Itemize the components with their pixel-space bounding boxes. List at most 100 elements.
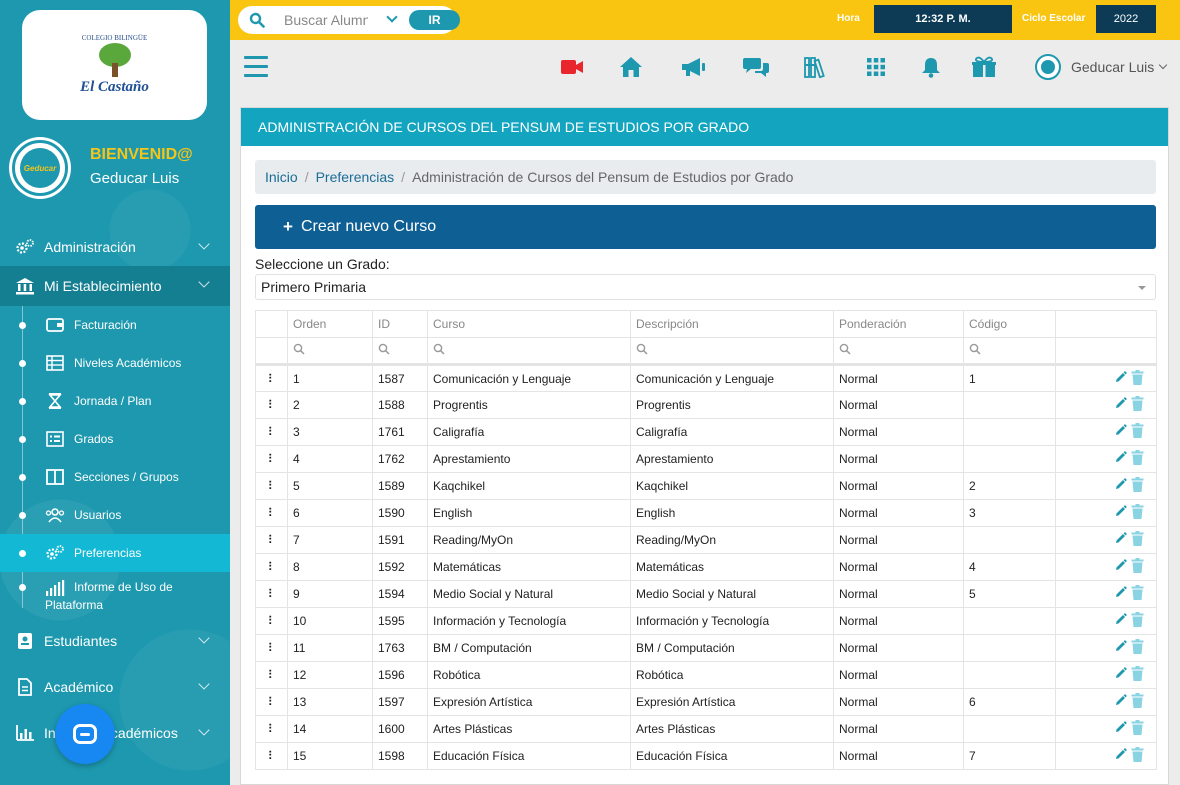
sidebar-subitem-informe-uso[interactable]: Informe de Uso de Plataforma	[0, 572, 230, 622]
filter-descripcion[interactable]	[630, 337, 834, 365]
delete-trash-icon[interactable]	[1131, 720, 1144, 738]
drag-handle-icon[interactable]: ⠇	[255, 742, 288, 770]
delete-trash-icon[interactable]	[1131, 423, 1144, 441]
column-header-id[interactable]: ID	[372, 310, 428, 338]
filter-ponderacion[interactable]	[833, 337, 964, 365]
edit-pencil-icon[interactable]	[1114, 478, 1127, 494]
edit-pencil-icon[interactable]	[1114, 559, 1127, 575]
edit-pencil-icon[interactable]	[1114, 613, 1127, 629]
books-icon[interactable]	[803, 54, 831, 80]
filter-curso[interactable]	[427, 337, 631, 365]
cell-orden: 2	[287, 391, 373, 419]
breadcrumb-preferencias-link[interactable]: Preferencias	[316, 169, 395, 185]
edit-pencil-icon[interactable]	[1114, 721, 1127, 737]
drag-handle-icon[interactable]: ⠇	[255, 526, 288, 554]
edit-pencil-icon[interactable]	[1114, 424, 1127, 440]
column-header-curso[interactable]: Curso	[427, 310, 631, 338]
breadcrumb-inicio-link[interactable]: Inicio	[265, 169, 298, 185]
drag-handle-icon[interactable]: ⠇	[255, 499, 288, 527]
edit-pencil-icon[interactable]	[1114, 694, 1127, 710]
home-icon[interactable]	[617, 54, 645, 80]
drag-handle-icon[interactable]: ⠇	[255, 445, 288, 473]
megaphone-icon[interactable]	[679, 54, 707, 80]
sidebar-subitem-grados[interactable]: Grados	[0, 420, 230, 458]
filter-codigo[interactable]	[963, 337, 1056, 365]
avatar[interactable]: Geducar	[12, 140, 68, 196]
sidebar-subitem-facturacion[interactable]: Facturación	[0, 306, 230, 344]
column-header-ponderacion[interactable]: Ponderación	[833, 310, 964, 338]
delete-trash-icon[interactable]	[1131, 450, 1144, 468]
delete-trash-icon[interactable]	[1131, 666, 1144, 684]
video-icon[interactable]	[558, 54, 586, 80]
bell-icon[interactable]	[917, 54, 945, 80]
edit-pencil-icon[interactable]	[1114, 586, 1127, 602]
drag-handle-icon[interactable]: ⠇	[255, 363, 288, 392]
topbar: IR Hora 12:32 P. M. Ciclo Escolar 2022	[230, 0, 1180, 40]
drag-handle-icon[interactable]: ⠇	[255, 580, 288, 608]
drag-handle-icon[interactable]: ⠇	[255, 634, 288, 662]
drag-handle-icon[interactable]: ⠇	[255, 607, 288, 635]
delete-trash-icon[interactable]	[1131, 504, 1144, 522]
delete-trash-icon[interactable]	[1131, 396, 1144, 414]
drag-handle-icon[interactable]: ⠇	[255, 715, 288, 743]
edit-pencil-icon[interactable]	[1114, 505, 1127, 521]
edit-pencil-icon[interactable]	[1114, 451, 1127, 467]
institution-icon	[14, 277, 36, 295]
delete-trash-icon[interactable]	[1131, 639, 1144, 657]
chevron-down-icon	[198, 724, 210, 736]
drag-handle-icon[interactable]: ⠇	[255, 553, 288, 581]
delete-trash-icon[interactable]	[1131, 477, 1144, 495]
create-course-button[interactable]: + Crear nuevo Curso	[255, 205, 1156, 249]
sidebar-subitem-preferencias[interactable]: Preferencias	[0, 534, 230, 572]
grade-select[interactable]: Primero Primaria	[255, 274, 1156, 300]
delete-trash-icon[interactable]	[1131, 585, 1144, 603]
column-header-codigo[interactable]: Código	[963, 310, 1056, 338]
sidebar-subitem-secciones[interactable]: Secciones / Grupos	[0, 458, 230, 496]
chat-launcher-button[interactable]	[55, 704, 115, 764]
edit-pencil-icon[interactable]	[1114, 370, 1127, 387]
column-header-descripcion[interactable]: Descripción	[630, 310, 834, 338]
user-menu[interactable]: Geducar Luis	[1035, 53, 1168, 81]
hora-label: Hora	[837, 13, 860, 24]
chevron-down-icon[interactable]	[386, 11, 398, 23]
sidebar-subitem-niveles[interactable]: Niveles Académicos	[0, 344, 230, 382]
courses-table: Orden ID Curso Descripción Ponderación C…	[255, 310, 1157, 770]
edit-pencil-icon[interactable]	[1114, 748, 1127, 764]
drag-handle-icon[interactable]: ⠇	[255, 391, 288, 419]
edit-pencil-icon[interactable]	[1114, 640, 1127, 656]
gift-icon[interactable]	[970, 54, 998, 80]
filter-id[interactable]	[372, 337, 428, 365]
delete-trash-icon[interactable]	[1131, 369, 1144, 388]
column-header-orden[interactable]: Orden	[287, 310, 373, 338]
sidebar-subitem-jornada[interactable]: Jornada / Plan	[0, 382, 230, 420]
sidebar-item-informes[interactable]: Informes Académicos	[0, 714, 230, 752]
cell-codigo	[963, 526, 1056, 554]
chat-icon[interactable]	[742, 54, 770, 80]
cell-codigo	[963, 634, 1056, 662]
edit-pencil-icon[interactable]	[1114, 667, 1127, 683]
drag-handle-icon[interactable]: ⠇	[255, 472, 288, 500]
delete-trash-icon[interactable]	[1131, 747, 1144, 765]
sidebar-item-academico[interactable]: Académico	[0, 668, 230, 706]
menu-icon[interactable]	[244, 56, 268, 78]
drag-handle-icon[interactable]: ⠇	[255, 418, 288, 446]
edit-pencil-icon[interactable]	[1114, 532, 1127, 548]
delete-trash-icon[interactable]	[1131, 531, 1144, 549]
search-go-button[interactable]: IR	[409, 10, 460, 30]
search-input[interactable]	[284, 11, 368, 29]
sidebar-item-mi-establecimiento[interactable]: Mi Establecimiento	[0, 266, 230, 306]
edit-pencil-icon[interactable]	[1114, 397, 1127, 413]
sidebar-item-estudiantes[interactable]: Estudiantes	[0, 622, 230, 660]
row-actions	[1055, 391, 1157, 419]
filter-orden[interactable]	[287, 337, 373, 365]
row-actions	[1055, 742, 1157, 770]
drag-handle-icon[interactable]: ⠇	[255, 661, 288, 689]
sidebar-item-administracion[interactable]: Administración	[0, 228, 230, 266]
delete-trash-icon[interactable]	[1131, 612, 1144, 630]
apps-grid-icon[interactable]	[862, 54, 890, 80]
sidebar-subitem-usuarios[interactable]: Usuarios	[0, 496, 230, 534]
school-logo[interactable]: COLEGIO BILINGÜE El Castaño	[22, 10, 207, 120]
delete-trash-icon[interactable]	[1131, 693, 1144, 711]
drag-handle-icon[interactable]: ⠇	[255, 688, 288, 716]
delete-trash-icon[interactable]	[1131, 558, 1144, 576]
